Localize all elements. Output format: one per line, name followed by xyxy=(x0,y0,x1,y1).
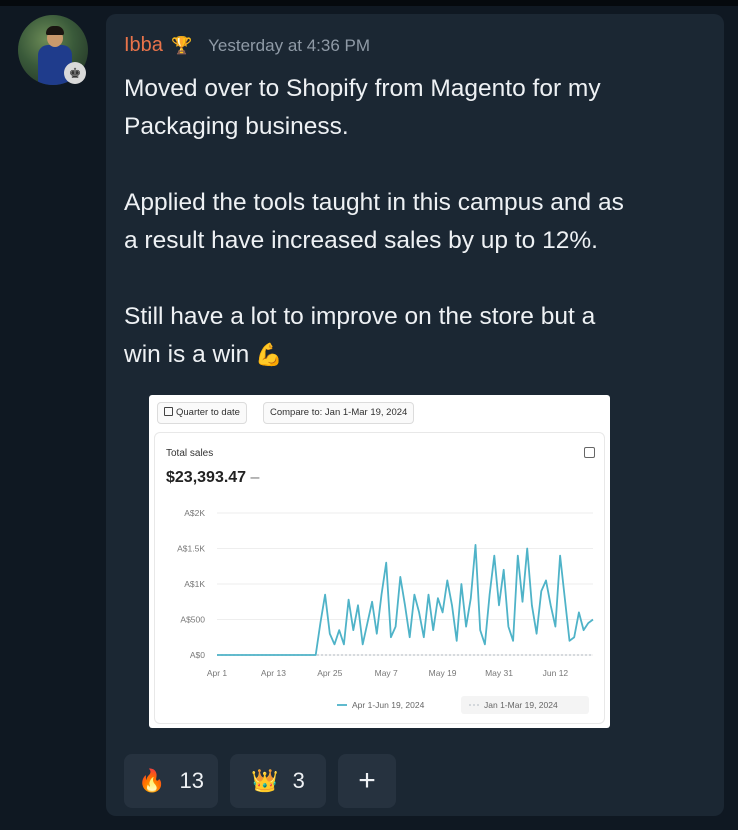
x-tick-label: Apr 13 xyxy=(261,668,286,678)
message-text: win is a win xyxy=(124,341,250,368)
message-line: win is a win 💪 xyxy=(124,336,714,374)
username[interactable]: Ibba xyxy=(124,34,163,57)
avatar-hair xyxy=(46,26,64,35)
y-tick-label: A$1K xyxy=(184,579,205,589)
reaction-bar: 🔥 13 👑 3 + xyxy=(124,754,396,808)
message-line: Moved over to Shopify from Magento for m… xyxy=(124,75,601,102)
x-tick-label: Apr 1 xyxy=(207,668,228,678)
top-bar xyxy=(0,0,738,6)
legend-label-primary: Apr 1-Jun 19, 2024 xyxy=(352,700,425,710)
timestamp: Yesterday at 4:36 PM xyxy=(208,35,371,55)
fire-emoji-icon: 🔥 xyxy=(138,768,166,793)
message-line: Packaging business. xyxy=(124,113,349,140)
legend-label-comparison: Jan 1-Mar 19, 2024 xyxy=(484,700,558,710)
message-line: Still have a lot to improve on the store… xyxy=(124,303,596,330)
message-line: a result have increased sales by up to 1… xyxy=(124,227,598,254)
x-tick-label: May 31 xyxy=(485,668,513,678)
crown-emoji-icon: 👑 xyxy=(251,768,279,793)
message-body: Moved over to Shopify from Magento for m… xyxy=(124,70,714,374)
y-tick-label: A$2K xyxy=(184,508,205,518)
fire-reaction-button[interactable]: 🔥 13 xyxy=(124,754,218,808)
primary-series-line xyxy=(217,544,594,656)
sales-chart-screenshot[interactable]: Quarter to date Compare to: Jan 1-Mar 19… xyxy=(149,395,610,728)
flexed-biceps-icon: 💪 xyxy=(255,342,283,367)
y-tick-label: A$1.5K xyxy=(177,544,205,554)
x-tick-label: May 7 xyxy=(375,668,398,678)
message-header: Ibba 🏆 Yesterday at 4:36 PM xyxy=(124,34,370,57)
chess-king-icon: ♚ xyxy=(64,62,86,84)
trophy-icon: 🏆 xyxy=(170,35,193,55)
reaction-count: 13 xyxy=(179,768,204,793)
crown-reaction-button[interactable]: 👑 3 xyxy=(230,754,326,808)
reaction-count: 3 xyxy=(292,768,305,793)
x-tick-label: May 19 xyxy=(429,668,457,678)
y-tick-label: A$500 xyxy=(180,615,205,625)
add-reaction-button[interactable]: + xyxy=(338,754,396,808)
total-sales-line-chart: A$0 A$500 A$1K A$1.5K A$2K Apr 1 Apr 13 Apr 25 M… xyxy=(177,508,594,714)
y-tick-label: A$0 xyxy=(190,650,205,660)
message-line: Applied the tools taught in this campus … xyxy=(124,189,624,216)
x-tick-label: Apr 25 xyxy=(317,668,342,678)
x-tick-label: Jun 12 xyxy=(543,668,569,678)
